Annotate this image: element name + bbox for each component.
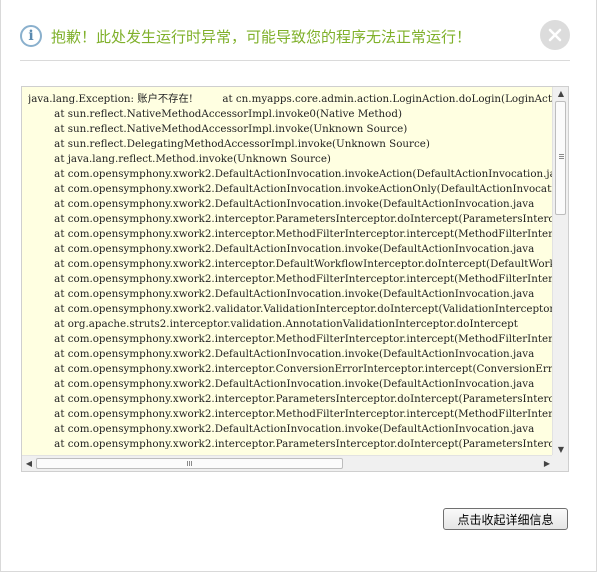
grip-icon [559,154,564,155]
horizontal-scrollbar[interactable]: ◀ ▶ [22,455,554,471]
stack-trace-line: at com.opensymphony.xwork2.validator.Val… [54,303,553,315]
stack-trace-line: at com.opensymphony.xwork2.interceptor.P… [54,393,553,405]
stack-trace-line: at com.opensymphony.xwork2.DefaultAction… [54,168,553,180]
stack-trace-line: at sun.reflect.NativeMethodAccessorImpl.… [54,123,408,135]
collapse-details-button[interactable]: 点击收起详细信息 [443,508,568,530]
header-divider [20,60,570,61]
stack-trace-line: at sun.reflect.NativeMethodAccessorImpl.… [54,108,402,120]
stack-trace-line: at sun.reflect.DelegatingMethodAccessorI… [54,138,430,150]
stack-trace-line: at org.apache.struts2.interceptor.valida… [54,318,518,330]
stack-trace-line: java.lang.Exception: 账户不存在! at cn.myapps… [28,93,553,105]
stack-trace-line: at com.opensymphony.xwork2.interceptor.D… [54,258,553,270]
stack-trace-line: at com.opensymphony.xwork2.interceptor.M… [54,273,553,285]
stack-trace-line: at com.opensymphony.xwork2.interceptor.P… [54,438,553,449]
stack-trace-line: at com.opensymphony.xwork2.interceptor.P… [54,213,553,225]
close-icon [548,28,562,42]
stack-trace-panel[interactable]: java.lang.Exception: 账户不存在! at cn.myapps… [21,86,569,472]
scroll-up-icon[interactable]: ▲ [553,87,568,101]
stack-trace-line: at com.opensymphony.xwork2.DefaultAction… [54,348,535,360]
stack-trace-line: at com.opensymphony.xwork2.DefaultAction… [54,198,535,210]
stack-trace-line: at com.opensymphony.xwork2.DefaultAction… [54,183,553,195]
info-icon: i [20,25,42,47]
stack-trace-line: at com.opensymphony.xwork2.interceptor.M… [54,333,553,345]
grip-icon [187,461,188,466]
stack-trace-line: at com.opensymphony.xwork2.DefaultAction… [54,423,535,435]
stack-trace-text: java.lang.Exception: 账户不存在! at cn.myapps… [28,92,553,449]
stack-trace-line: at java.lang.reflect.Method.invoke(Unkno… [54,153,331,165]
stack-trace-line: at com.opensymphony.xwork2.DefaultAction… [54,378,535,390]
stack-trace-line: at com.opensymphony.xwork2.DefaultAction… [54,243,535,255]
vertical-scrollbar[interactable]: ▲ ▼ [552,87,568,457]
dialog-header: i 抱歉！此处发生运行时异常，可能导致您的程序无法正常运行！ [20,22,471,50]
horizontal-scroll-thumb[interactable] [36,458,343,469]
stack-trace-line: at com.opensymphony.xwork2.interceptor.M… [54,408,553,420]
dialog-title: 抱歉！此处发生运行时异常，可能导致您的程序无法正常运行！ [51,27,472,46]
vertical-scroll-thumb[interactable] [555,101,566,215]
stack-trace-line: at com.opensymphony.xwork2.DefaultAction… [54,288,535,300]
scrollbar-corner [552,455,568,471]
scroll-left-icon[interactable]: ◀ [22,456,36,471]
stack-trace-line: at com.opensymphony.xwork2.interceptor.C… [54,363,553,375]
close-button[interactable] [540,20,570,50]
stack-trace-line: at com.opensymphony.xwork2.interceptor.M… [54,228,553,240]
